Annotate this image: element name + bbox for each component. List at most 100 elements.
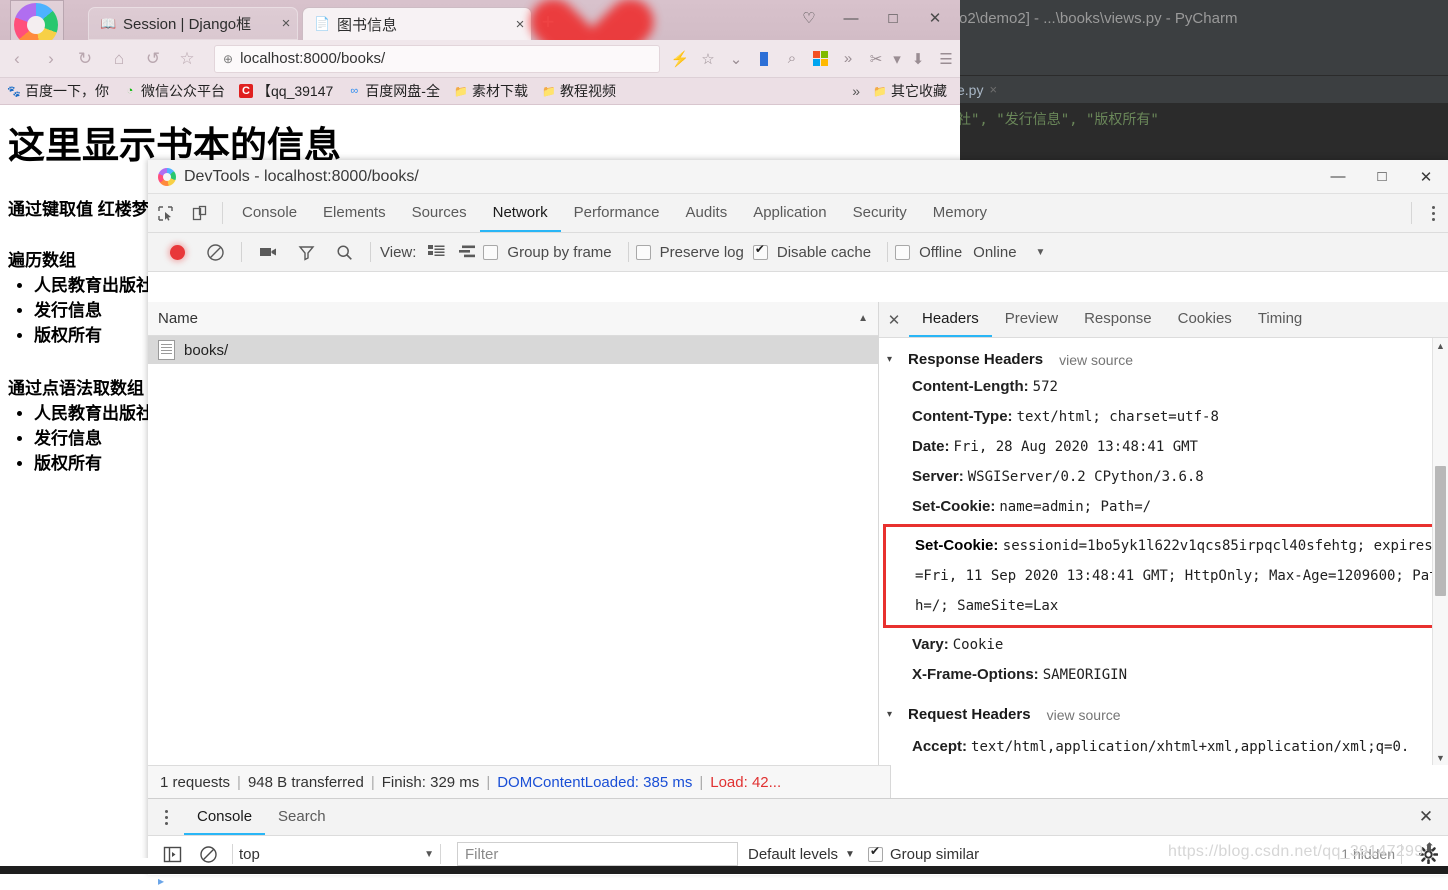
bookmark-folder-tutorials[interactable]: 📁 教程视频	[535, 81, 623, 101]
preserve-log-checkbox[interactable]: Preserve log	[635, 244, 749, 261]
tab-cookies[interactable]: Cookies	[1165, 302, 1245, 337]
scissors-caret-icon[interactable]: ▾	[890, 45, 904, 73]
browser-tab-1[interactable]: 📖 Session | Django框 ×	[88, 7, 298, 40]
throttling-value[interactable]: Online	[973, 244, 1016, 261]
maximize-button[interactable]: □	[1360, 161, 1404, 193]
filmstrip-camera-icon[interactable]	[249, 237, 287, 267]
log-levels-select[interactable]: Default levels ▼	[748, 846, 855, 863]
reload-icon[interactable]: ↻	[68, 44, 102, 74]
offline-checkbox[interactable]: Offline	[895, 244, 967, 261]
star-icon[interactable]: ☆	[694, 45, 722, 73]
zoom-icon[interactable]: ⌕	[778, 45, 806, 73]
response-headers-section[interactable]: ▾ Response Headers view source	[879, 347, 1448, 372]
close-icon[interactable]: ×	[509, 16, 531, 33]
scrollbar-thumb[interactable]	[1435, 466, 1446, 596]
scissors-icon[interactable]: ✂	[862, 45, 890, 73]
chevron-down-icon[interactable]: ▼	[1036, 247, 1046, 258]
scroll-down-icon[interactable]: ▼	[1433, 750, 1448, 765]
bookmark-item-wechat[interactable]: ◔ 微信公众平台	[116, 81, 232, 101]
tab-timing[interactable]: Timing	[1245, 302, 1315, 337]
extensions-overflow-icon[interactable]: »	[834, 45, 862, 73]
header-key: Set-Cookie:	[912, 498, 996, 515]
tab-headers[interactable]: Headers	[909, 302, 992, 337]
tab-performance[interactable]: Performance	[561, 194, 673, 232]
triangle-down-icon[interactable]: ▾	[887, 354, 892, 365]
bookmark-item-csdn[interactable]: C 【qq_39147	[232, 81, 340, 101]
history-icon[interactable]: ↺	[136, 44, 170, 74]
close-button[interactable]: ✕	[1404, 161, 1448, 193]
clear-console-icon[interactable]	[190, 839, 226, 869]
back-button[interactable]: ‹	[0, 44, 34, 74]
tab-elements[interactable]: Elements	[310, 194, 399, 232]
clear-icon[interactable]	[196, 237, 234, 267]
headers-scrollbar[interactable]: ▲ ▼	[1432, 338, 1448, 765]
tab-console[interactable]: Console	[184, 799, 266, 835]
inspect-element-icon[interactable]	[148, 194, 182, 232]
bookmarks-overflow-icon[interactable]: »	[846, 83, 866, 99]
tab-search[interactable]: Search	[265, 799, 339, 835]
reader-mode-icon[interactable]	[750, 45, 778, 73]
tab-security[interactable]: Security	[840, 194, 920, 232]
chrome-menu-icon[interactable]: ☰	[932, 45, 960, 73]
view-source-link[interactable]: view source	[1059, 352, 1133, 368]
tab-console[interactable]: Console	[229, 194, 310, 232]
close-button[interactable]: ✕	[916, 4, 954, 32]
filter-icon[interactable]	[287, 237, 325, 267]
minimize-button[interactable]: —	[1316, 161, 1360, 193]
theme-shirt-icon[interactable]: ♡	[790, 4, 828, 32]
view-source-link[interactable]: view source	[1047, 707, 1121, 723]
tab-network[interactable]: Network	[479, 194, 561, 232]
tab-audits[interactable]: Audits	[673, 194, 741, 232]
pycharm-editor-tab-label[interactable]: e.py	[957, 82, 983, 98]
toolbar-divider	[627, 242, 629, 262]
close-icon[interactable]: ×	[989, 82, 997, 97]
tab-preview[interactable]: Preview	[992, 302, 1071, 337]
close-detail-icon[interactable]: ✕	[879, 302, 909, 337]
chrome-toolbar: ‹ › ↻ ⌂ ↺ ☆ ⊕ localhost:8000/books/ ⚡ ☆ …	[0, 40, 960, 78]
list-view-icon[interactable]	[421, 237, 451, 267]
address-bar[interactable]: ⊕ localhost:8000/books/	[214, 44, 660, 73]
bookmark-folder-materials[interactable]: 📁 素材下载	[447, 81, 535, 101]
execution-context-select[interactable]: top ▼	[239, 846, 434, 863]
drawer-tabbar-spacer	[339, 799, 1404, 835]
chevron-down-icon[interactable]: ⌄	[722, 45, 750, 73]
disable-cache-checkbox[interactable]: Disable cache	[752, 242, 876, 261]
triangle-down-icon[interactable]: ▾	[887, 709, 892, 720]
spinner-icon[interactable]: ⬍	[1424, 840, 1435, 856]
other-bookmarks-folder[interactable]: 📁 其它收藏	[866, 81, 954, 101]
bookmark-item-baidu[interactable]: 🐾 百度一下，你	[0, 81, 116, 101]
download-icon[interactable]: ⬇	[904, 45, 932, 73]
record-button[interactable]	[158, 237, 196, 267]
search-icon[interactable]	[325, 237, 363, 267]
browser-tab-2[interactable]: 📄 图书信息 ×	[302, 7, 532, 40]
devtools-menu-icon[interactable]	[1418, 194, 1448, 232]
bookmark-item-baidupan[interactable]: ∞ 百度网盘-全	[340, 81, 447, 101]
drawer-menu-icon[interactable]	[148, 799, 184, 835]
request-list-header[interactable]: Name ▲	[148, 302, 878, 336]
waterfall-view-icon[interactable]	[451, 237, 483, 267]
tab-application[interactable]: Application	[740, 194, 839, 232]
close-drawer-icon[interactable]: ✕	[1404, 799, 1448, 835]
maximize-button[interactable]: □	[874, 4, 912, 32]
scroll-up-icon[interactable]: ▲	[1433, 338, 1448, 353]
console-sidebar-icon[interactable]	[154, 839, 190, 869]
table-row[interactable]: books/	[148, 336, 878, 364]
microsoft-grid-icon[interactable]	[806, 45, 834, 73]
minimize-button[interactable]: —	[832, 4, 870, 32]
forward-button[interactable]: ›	[34, 44, 68, 74]
header-row: Vary: Cookie	[879, 630, 1448, 660]
tab-memory[interactable]: Memory	[920, 194, 1000, 232]
group-similar-checkbox[interactable]: Group similar	[867, 844, 979, 863]
group-by-frame-checkbox[interactable]: Group by frame	[483, 244, 616, 261]
request-detail-pane: ✕ Headers Preview Response Cookies Timin…	[879, 302, 1448, 765]
tab-response[interactable]: Response	[1071, 302, 1165, 337]
device-toolbar-icon[interactable]	[182, 194, 216, 232]
bookmark-star-icon[interactable]: ☆	[170, 44, 204, 74]
home-icon[interactable]: ⌂	[102, 44, 136, 74]
new-tab-button[interactable]: +	[536, 11, 560, 35]
close-icon[interactable]: ×	[275, 15, 297, 32]
request-headers-section[interactable]: ▾ Request Headers view source	[879, 702, 1448, 727]
console-filter-input[interactable]: Filter	[457, 842, 738, 866]
tab-sources[interactable]: Sources	[399, 194, 480, 232]
flash-icon[interactable]: ⚡	[666, 45, 694, 73]
